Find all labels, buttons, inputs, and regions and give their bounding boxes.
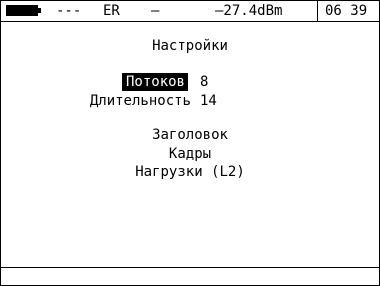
param-label-streams[interactable]: Потоков — [121, 73, 188, 91]
menu-item-frames[interactable]: Кадры — [1, 145, 379, 163]
param-row-streams[interactable]: Потоков 8 — [1, 73, 379, 91]
menu-item-header[interactable]: Заголовок — [1, 126, 379, 144]
status-bar: --- ER – –27.4dBm 06 39 — [1, 1, 379, 22]
battery-tip — [38, 8, 41, 13]
status-level: –27.4dBm — [215, 3, 283, 19]
status-separator: – — [151, 3, 160, 19]
status-mode: ER — [103, 3, 120, 19]
status-divider — [317, 1, 318, 21]
param-value-streams: 8 — [200, 74, 209, 90]
battery-icon — [6, 5, 38, 16]
status-time: 06 39 — [325, 3, 368, 19]
param-row-duration[interactable]: Длительность 14 — [1, 92, 379, 110]
param-label-duration[interactable]: Длительность — [90, 92, 191, 110]
status-dashes: --- — [56, 3, 82, 19]
device-screen: --- ER – –27.4dBm 06 39 Настройки Потоко… — [0, 0, 380, 286]
param-value-duration: 14 — [200, 93, 217, 109]
page-title: Настройки — [152, 38, 228, 54]
menu-item-load-l2[interactable]: Нагрузки (L2) — [1, 163, 379, 181]
bottom-bar — [1, 267, 379, 286]
